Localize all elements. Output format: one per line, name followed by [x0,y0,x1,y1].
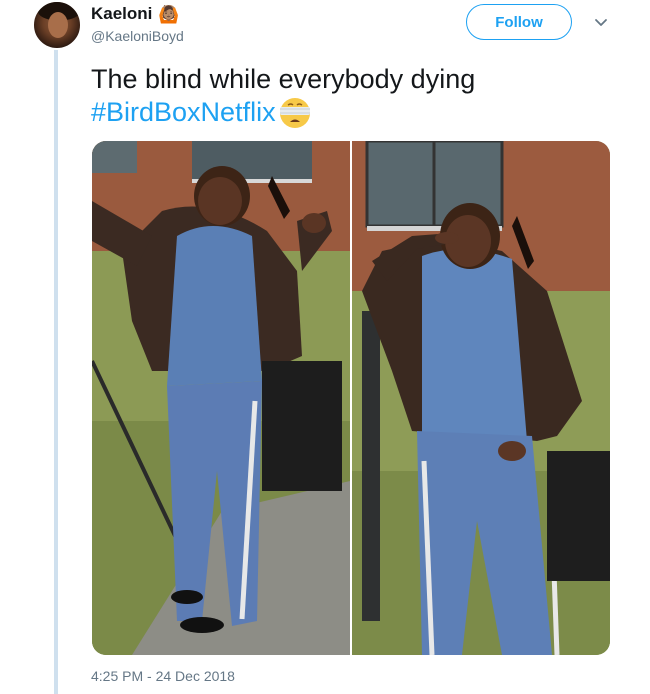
display-name[interactable]: Kaeloni [91,4,152,24]
blindfolded-face-emoji-icon [279,97,310,128]
photo-left[interactable] [92,141,350,655]
tweet-timestamp[interactable]: 4:25 PM - 24 Dec 2018 [91,668,235,684]
tweet-text: The blind while everybody dying #BirdBox… [91,63,475,129]
tweet-text-line: The blind while everybody dying [91,64,476,94]
photo-right[interactable] [352,141,610,655]
user-info: Kaeloni 🙆🏽 @KaeloniBoyd [91,4,184,44]
person-gesturing-icon: 🙆🏽 [158,4,180,24]
chevron-down-icon[interactable] [592,14,610,32]
avatar[interactable] [32,0,82,50]
hashtag-link[interactable]: #BirdBoxNetflix [91,96,276,129]
tweet-media[interactable] [92,141,610,655]
follow-button[interactable]: Follow [466,4,572,40]
thread-line [54,0,58,694]
user-handle[interactable]: @KaeloniBoyd [91,28,184,44]
